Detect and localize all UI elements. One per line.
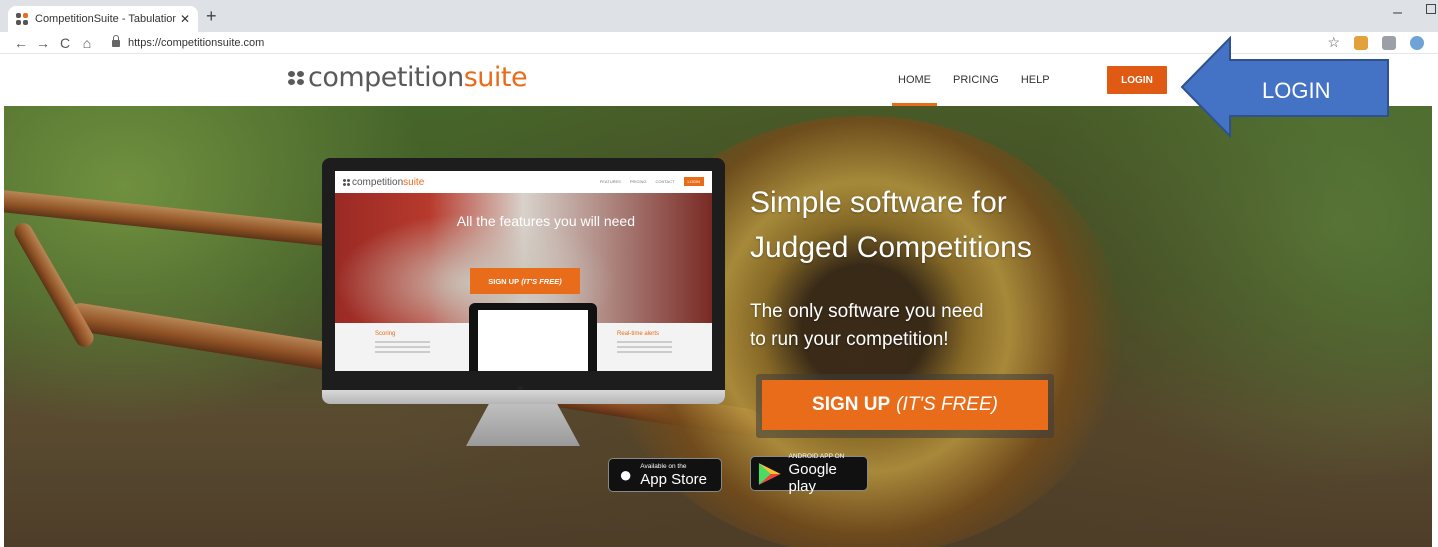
app-store-small: Available on the (640, 462, 687, 470)
google-play-badge[interactable]: ANDROID APP ON Google play (750, 452, 868, 495)
browser-tab-bar: CompetitionSuite - Tabulation/Sc ✕ + – (0, 0, 1438, 32)
app-store-big: App Store (640, 470, 708, 488)
apple-icon: ● (619, 462, 633, 487)
mock-nav-pricing: PRICING (629, 179, 647, 184)
mock-feature-alerts: Real-time alerts (617, 331, 672, 356)
mock-site-header: competition suite FEATURES PRICING CONTAC… (335, 171, 712, 193)
signup-button-em: (IT'S FREE) (896, 394, 998, 415)
monitor-chin (322, 390, 725, 404)
mock-nav-contact: CONTACT (655, 179, 675, 184)
signup-button[interactable]: SIGN UP (IT'S FREE) (762, 380, 1048, 430)
lock-icon (112, 35, 120, 47)
hero-headline: Simple software for Judged Competitions (750, 180, 1032, 270)
tablet-screen (478, 310, 588, 371)
signup-button-main: SIGN UP (812, 394, 891, 415)
google-play-small: ANDROID APP ON (788, 452, 845, 460)
maximize-button[interactable] (1426, 4, 1436, 14)
mock-nav-login: LOGIN (683, 177, 704, 186)
hero-subline-line1: The only software you need (750, 301, 984, 322)
tablet-mockup (469, 303, 597, 371)
home-button[interactable]: ⌂ (76, 35, 98, 51)
nav-pricing[interactable]: PRICING (953, 54, 999, 106)
extension-icon[interactable] (1410, 35, 1424, 50)
login-button[interactable]: LOGIN (1107, 66, 1167, 94)
mock-feature-scoring-label: Scoring (375, 331, 396, 337)
tab-title: CompetitionSuite - Tabulation/Sc (35, 13, 176, 25)
minimize-button[interactable]: – (1393, 4, 1402, 22)
app-store-badge[interactable]: ● Available on the App Store (608, 458, 722, 492)
hero-section: competition suite FEATURES PRICING CONTAC… (4, 106, 1432, 547)
mock-signup-em: (IT'S FREE) (521, 276, 562, 286)
forward-button[interactable]: → (32, 35, 54, 51)
hero-headline-line1: Simple software for (750, 186, 1007, 219)
hero-subline: The only software you need to run your c… (750, 298, 983, 354)
mock-hero-title: All the features you will need (456, 213, 635, 229)
mock-logo-accent: suite (403, 176, 425, 188)
mock-nav: FEATURES PRICING CONTACT LOGIN (600, 177, 704, 186)
nav-help[interactable]: HELP (1021, 54, 1050, 106)
logo-accent: suite (463, 62, 528, 93)
tab-close-button[interactable]: ✕ (180, 12, 190, 26)
google-play-big: Google play (788, 460, 837, 495)
mock-feature-scoring: Scoring (375, 331, 430, 356)
new-tab-button[interactable]: + (206, 6, 217, 27)
mock-logo-text: competition (352, 176, 404, 188)
site-logo[interactable]: competition suite (288, 62, 528, 93)
reload-button[interactable]: C (54, 35, 76, 51)
mock-feature-alerts-label: Real-time alerts (617, 331, 660, 337)
logo-dots-icon (288, 70, 304, 85)
hero-headline-line2: Judged Competitions (750, 231, 1032, 264)
hero-subline-line2: to run your competition! (750, 329, 949, 350)
mock-logo-dots-icon (343, 178, 350, 186)
logo-text: competition (308, 62, 464, 93)
annotation-label: LOGIN (1262, 78, 1331, 103)
main-nav: HOME PRICING HELP (892, 54, 1072, 106)
url-text: https://competitionsuite.com (128, 36, 265, 49)
nav-home[interactable]: HOME (892, 54, 937, 106)
browser-tab[interactable]: CompetitionSuite - Tabulation/Sc ✕ (8, 6, 198, 32)
mock-signup-button: SIGN UP (IT'S FREE) (470, 268, 580, 294)
back-button[interactable]: ← (10, 35, 32, 51)
play-store-icon (758, 462, 781, 485)
mock-signup-main: SIGN UP (488, 276, 520, 286)
mock-nav-features: FEATURES (599, 179, 621, 184)
monitor-screen: competition suite FEATURES PRICING CONTAC… (335, 171, 712, 371)
favicon-icon (16, 13, 28, 25)
monitor-mockup: competition suite FEATURES PRICING CONTAC… (322, 158, 725, 404)
url-field[interactable]: https://competitionsuite.com (112, 35, 265, 49)
